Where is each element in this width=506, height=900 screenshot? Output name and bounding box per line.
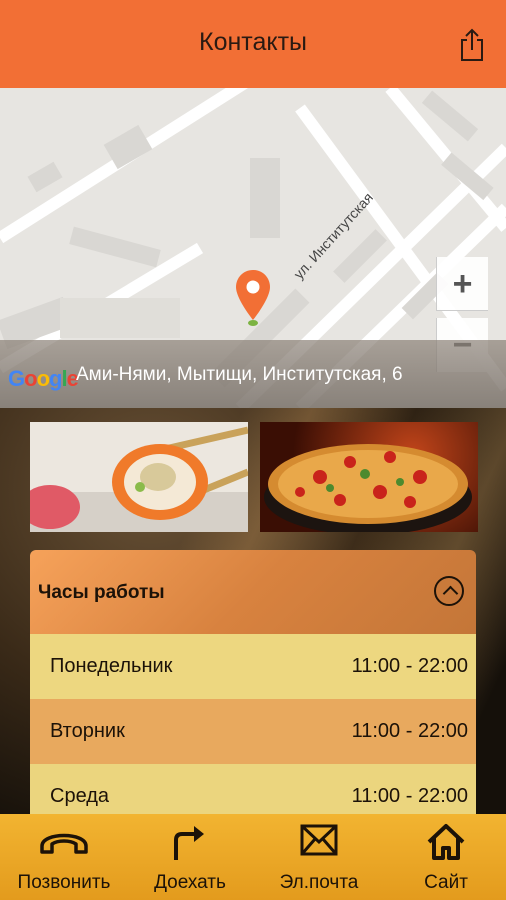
tab-directions[interactable]: Доехать	[128, 814, 252, 900]
address-text: Ами-Нями, Мытищи, Институтская, 6	[76, 364, 403, 385]
app-header: Контакты	[0, 0, 506, 88]
pizza-photo	[260, 422, 478, 532]
working-hours-title: Часы работы	[38, 582, 165, 603]
bottom-action-bar: Позвонить Доехать Эл.почта Сайт	[0, 814, 506, 900]
tab-call[interactable]: Позвонить	[0, 814, 128, 900]
home-icon	[427, 824, 465, 860]
hours-time: 11:00 - 22:00	[351, 655, 468, 677]
location-pin-icon[interactable]	[234, 268, 272, 330]
hours-time: 11:00 - 22:00	[351, 785, 468, 807]
tab-website-label: Сайт	[424, 872, 468, 893]
share-icon	[461, 28, 483, 61]
tab-call-label: Позвонить	[17, 872, 111, 893]
hours-day: Вторник	[50, 720, 125, 742]
map-street-label: ул. Институтская	[290, 189, 376, 282]
sushi-photo	[30, 422, 248, 532]
hours-row: Понедельник 11:00 - 22:00	[30, 634, 476, 699]
envelope-icon	[300, 824, 338, 856]
zoom-in-label: +	[452, 265, 473, 303]
zoom-in-button[interactable]: +	[436, 257, 488, 311]
hours-row: Вторник 11:00 - 22:00	[30, 699, 476, 764]
share-button[interactable]	[458, 28, 486, 62]
hours-day: Понедельник	[50, 655, 173, 677]
page-title: Контакты	[199, 28, 307, 56]
sushi-image	[30, 422, 248, 532]
hours-day: Среда	[50, 785, 110, 807]
working-hours-panel: Часы работы Понедельник 11:00 - 22:00 Вт…	[30, 550, 476, 814]
tab-email-label: Эл.почта	[279, 872, 359, 893]
pizza-image	[264, 444, 472, 532]
tab-directions-label: Доехать	[154, 872, 226, 893]
content-panel: Часы работы Понедельник 11:00 - 22:00 Вт…	[0, 408, 506, 814]
google-logo: Google	[8, 366, 79, 391]
tab-email[interactable]: Эл.почта	[252, 814, 386, 900]
tab-website[interactable]: Сайт	[386, 814, 506, 900]
hours-row: Среда 11:00 - 22:00	[30, 764, 476, 814]
working-hours-header[interactable]: Часы работы	[30, 550, 476, 634]
phone-icon	[40, 833, 88, 854]
hours-time: 11:00 - 22:00	[351, 720, 468, 742]
route-arrow-icon	[174, 826, 204, 860]
collapse-chevron-up-icon[interactable]	[434, 576, 464, 606]
